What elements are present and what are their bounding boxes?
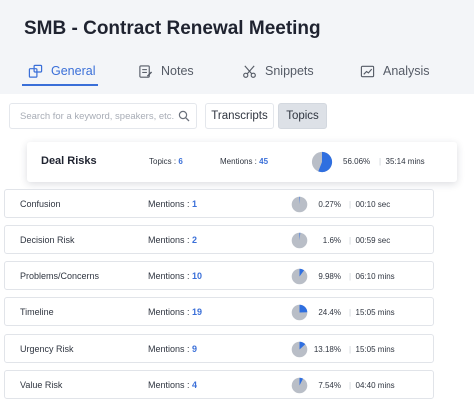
- topic-percent: 9.98%: [318, 272, 341, 281]
- topic-mentions: Mentions : 4: [148, 380, 198, 390]
- general-icon: [28, 64, 43, 78]
- topic-row[interactable]: Problems/Concerns Mentions : 10 9.98% | 06:…: [4, 261, 434, 290]
- meeting-header: SMB - Contract Renewal Meeting General N…: [0, 0, 474, 94]
- topic-name: Urgency Risk: [20, 344, 74, 354]
- topics-toggle-button[interactable]: Topics: [278, 103, 327, 129]
- topic-row[interactable]: Urgency Risk Mentions : 9 13.18% | 15:05 mi…: [4, 334, 434, 363]
- topic-percent: 1.6%: [322, 236, 341, 245]
- topic-row[interactable]: Value Risk Mentions : 4 7.54% | 04:40 mins: [4, 370, 434, 399]
- topic-pie-icon: [291, 232, 308, 249]
- topic-duration: | 00:59 sec: [349, 236, 391, 245]
- topic-name: Timeline: [20, 307, 54, 317]
- topic-mentions: Mentions : 19: [148, 307, 203, 317]
- topic-percent: 7.54%: [318, 381, 341, 390]
- tab-snippets[interactable]: Snippets: [242, 60, 314, 82]
- topic-percent: 24.4%: [318, 308, 341, 317]
- tab-notes[interactable]: Notes: [138, 60, 194, 82]
- topic-percent: 0.27%: [318, 200, 341, 209]
- tab-snippets-label: Snippets: [265, 64, 314, 78]
- topic-name: Value Risk: [20, 380, 63, 390]
- analysis-icon: [360, 65, 375, 77]
- topic-duration: | 00:10 sec: [349, 200, 391, 209]
- deal-risks-mentions: Mentions : 45: [220, 157, 269, 166]
- topic-mentions: Mentions : 2: [148, 235, 198, 245]
- topic-pie-icon: [291, 341, 308, 358]
- topic-mentions: Mentions : 1: [148, 199, 198, 209]
- tab-general[interactable]: General: [28, 60, 95, 82]
- tab-general-label: General: [51, 64, 96, 78]
- snippets-icon: [243, 65, 256, 78]
- search-icon[interactable]: [178, 110, 190, 122]
- topic-mentions: Mentions : 9: [148, 344, 198, 354]
- search-box: [9, 103, 197, 129]
- topic-pie-icon: [291, 196, 308, 213]
- page-title: SMB - Contract Renewal Meeting: [24, 18, 321, 39]
- tab-analysis[interactable]: Analysis: [360, 60, 430, 82]
- topic-row[interactable]: Confusion Mentions : 1 0.27% | 00:10 sec: [4, 189, 434, 218]
- topic-name: Decision Risk: [20, 235, 75, 245]
- deal-risks-topics: Topics : 6: [149, 157, 183, 166]
- topic-duration: | 15:05 mins: [349, 308, 395, 317]
- topic-percent: 13.18%: [313, 345, 341, 354]
- active-tab-indicator: [22, 84, 98, 86]
- transcripts-toggle-button[interactable]: Transcripts: [205, 103, 274, 129]
- topic-name: Problems/Concerns: [20, 271, 100, 281]
- topic-pie-icon: [291, 377, 308, 394]
- topic-duration: | 06:10 mins: [349, 272, 395, 281]
- deal-risks-percent: 56.06%: [343, 157, 371, 166]
- topic-pie-icon: [291, 304, 308, 321]
- tab-analysis-label: Analysis: [383, 64, 430, 78]
- pie-slice: [299, 304, 308, 313]
- topic-mentions: Mentions : 10: [148, 271, 203, 281]
- topic-name: Confusion: [20, 199, 61, 209]
- topic-duration: | 15:05 mins: [349, 345, 395, 354]
- topic-pie-icon: [291, 268, 308, 285]
- deal-risks-summary[interactable]: Deal Risks Topics : 6 Mentions : 45 56.0…: [27, 142, 457, 182]
- search-input[interactable]: [20, 110, 178, 122]
- deal-risks-title: Deal Risks: [41, 155, 97, 167]
- deal-risks-duration: | 35:14 mins: [379, 157, 425, 166]
- topic-duration: | 04:40 mins: [349, 381, 395, 390]
- deal-risks-pie-icon: [311, 151, 333, 173]
- topic-row[interactable]: Decision Risk Mentions : 2 1.6% | 00:59 sec: [4, 225, 434, 254]
- notes-icon: [139, 64, 153, 78]
- topic-row[interactable]: Timeline Mentions : 19 24.4% | 15:05 mins: [4, 297, 434, 326]
- tab-notes-label: Notes: [161, 64, 194, 78]
